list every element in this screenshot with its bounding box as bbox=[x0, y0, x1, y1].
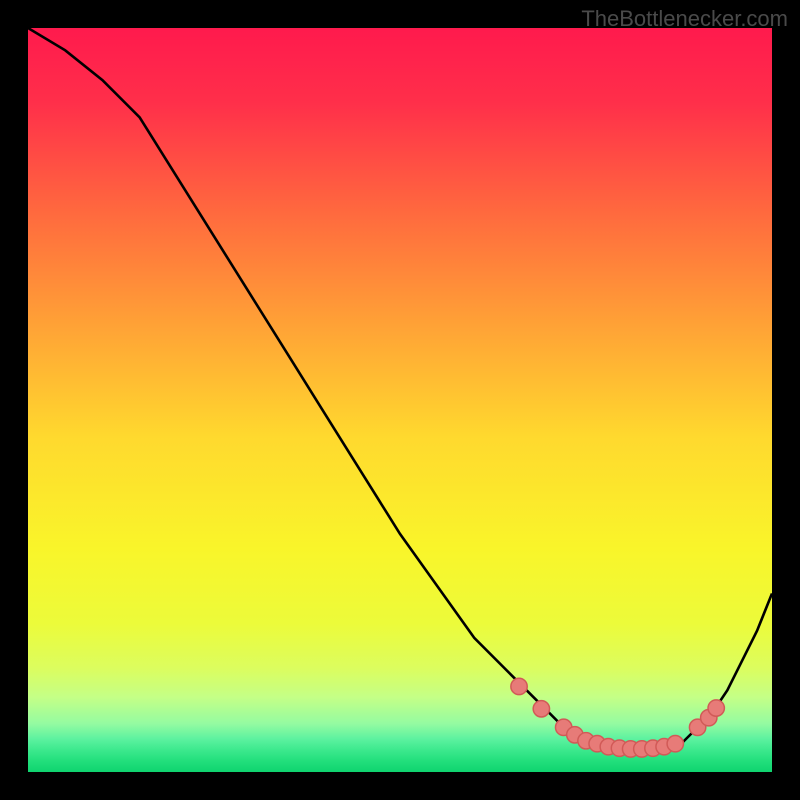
bottleneck-curve bbox=[28, 28, 772, 750]
plot-area bbox=[28, 28, 772, 772]
attribution-text: TheBottlenecker.com bbox=[581, 6, 788, 32]
marker-group bbox=[511, 678, 725, 757]
marker-dot bbox=[667, 736, 683, 752]
marker-dot bbox=[533, 701, 549, 717]
marker-dot bbox=[708, 700, 724, 716]
marker-dot bbox=[511, 678, 527, 694]
chart-overlay bbox=[28, 28, 772, 772]
